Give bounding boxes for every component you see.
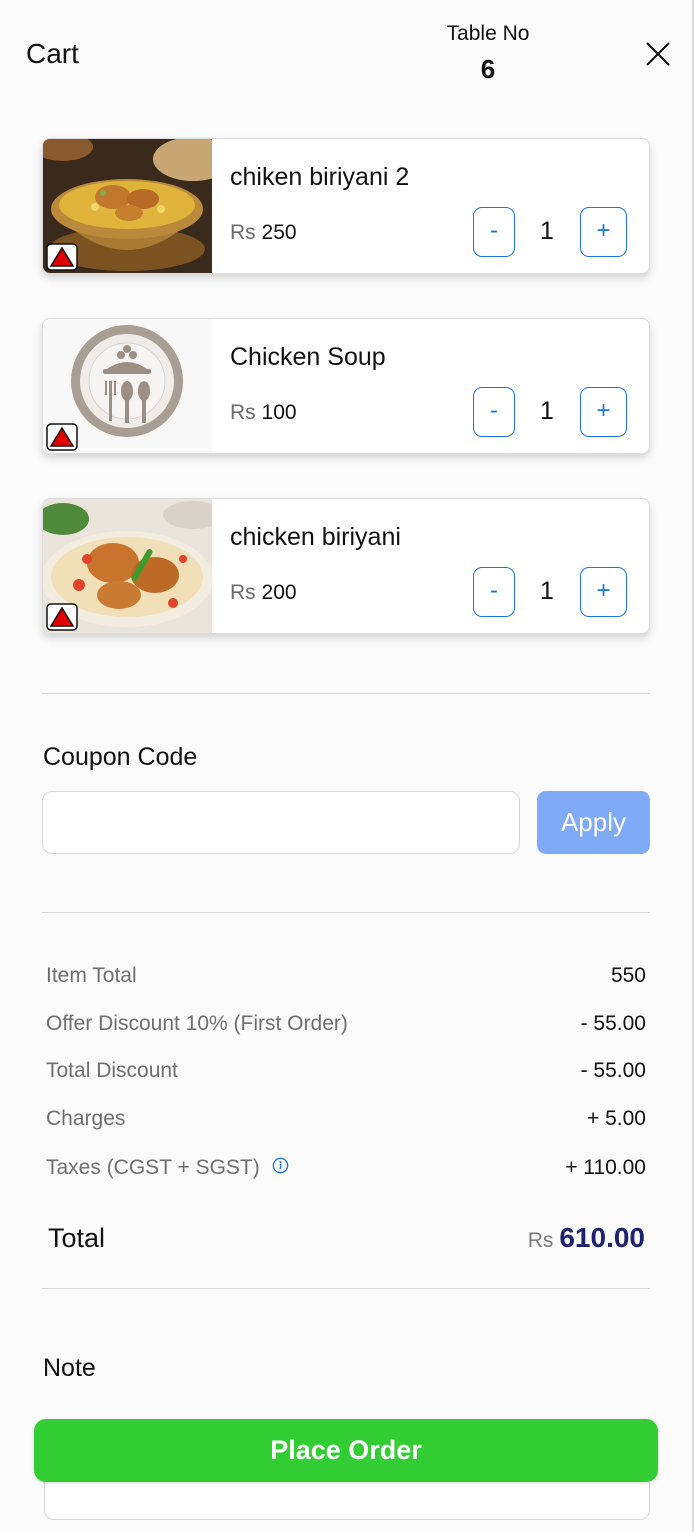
decrease-quantity-button[interactable]: -: [473, 387, 515, 437]
table-number-block: Table No 6: [428, 22, 548, 85]
quantity-value: 1: [540, 577, 554, 605]
summary-label: Item Total: [46, 964, 137, 987]
summary-row: Charges + 5.00: [46, 1107, 646, 1137]
summary-value: - 55.00: [580, 1059, 646, 1082]
total-value: Rs 610.00: [528, 1222, 645, 1254]
item-price: Rs 250: [230, 221, 297, 245]
coupon-label: Coupon Code: [43, 743, 198, 771]
cart-item: Chicken Soup Rs 100 - 1 +: [42, 318, 650, 454]
summary-value: + 110.00: [565, 1156, 646, 1179]
summary-value: - 55.00: [580, 1012, 646, 1035]
increase-quantity-button[interactable]: +: [580, 567, 627, 617]
summary-label: Offer Discount 10% (First Order): [46, 1012, 348, 1035]
price-value: 100: [261, 401, 297, 424]
divider: [42, 693, 650, 694]
increase-quantity-button[interactable]: +: [580, 207, 627, 257]
place-order-button[interactable]: Place Order: [34, 1419, 658, 1482]
cart-item: chicken biriyani Rs 200 - 1 +: [42, 498, 650, 634]
quantity-value: 1: [540, 217, 554, 245]
item-name: chicken biriyani: [230, 523, 401, 551]
total-currency: Rs: [527, 1229, 554, 1252]
summary-row: Taxes (CGST + SGST) + 110.00: [46, 1156, 646, 1186]
cart-item: chiken biriyani 2 Rs 250 - 1 +: [42, 138, 650, 274]
summary-label-with-info: Taxes (CGST + SGST): [46, 1156, 289, 1180]
non-veg-icon: [46, 423, 78, 451]
non-veg-icon: [46, 603, 78, 631]
quantity-value: 1: [540, 397, 554, 425]
summary-label: Total Discount: [46, 1059, 178, 1082]
apply-coupon-button[interactable]: Apply: [537, 791, 650, 854]
price-value: 200: [261, 581, 297, 604]
summary-row: Offer Discount 10% (First Order) - 55.00: [46, 1012, 646, 1042]
summary-row: Item Total 550: [46, 964, 646, 994]
divider: [42, 1288, 650, 1289]
summary-value: + 5.00: [587, 1107, 646, 1130]
non-veg-icon: [46, 243, 78, 271]
divider: [42, 912, 650, 913]
currency-label: Rs: [230, 401, 256, 424]
total-label: Total: [48, 1223, 106, 1253]
item-price: Rs 100: [230, 401, 297, 425]
info-icon[interactable]: [272, 1156, 289, 1180]
currency-label: Rs: [230, 221, 256, 244]
summary-label: Charges: [46, 1107, 126, 1130]
note-label: Note: [43, 1354, 96, 1382]
decrease-quantity-button[interactable]: -: [473, 207, 515, 257]
item-name: chiken biriyani 2: [230, 163, 410, 191]
table-label: Table No: [446, 22, 530, 45]
table-number: 6: [480, 54, 496, 84]
decrease-quantity-button[interactable]: -: [473, 567, 515, 617]
coupon-input[interactable]: [42, 791, 520, 854]
item-price: Rs 200: [230, 581, 297, 605]
price-value: 250: [261, 221, 297, 244]
item-name: Chicken Soup: [230, 343, 386, 371]
page-title: Cart: [26, 38, 79, 69]
summary-value: 550: [610, 964, 646, 987]
increase-quantity-button[interactable]: +: [580, 387, 627, 437]
currency-label: Rs: [230, 581, 256, 604]
summary-row: Total Discount - 55.00: [46, 1059, 646, 1089]
total-amount: 610.00: [559, 1222, 645, 1253]
summary-label: Taxes (CGST + SGST): [46, 1156, 260, 1179]
close-icon[interactable]: [640, 36, 676, 72]
